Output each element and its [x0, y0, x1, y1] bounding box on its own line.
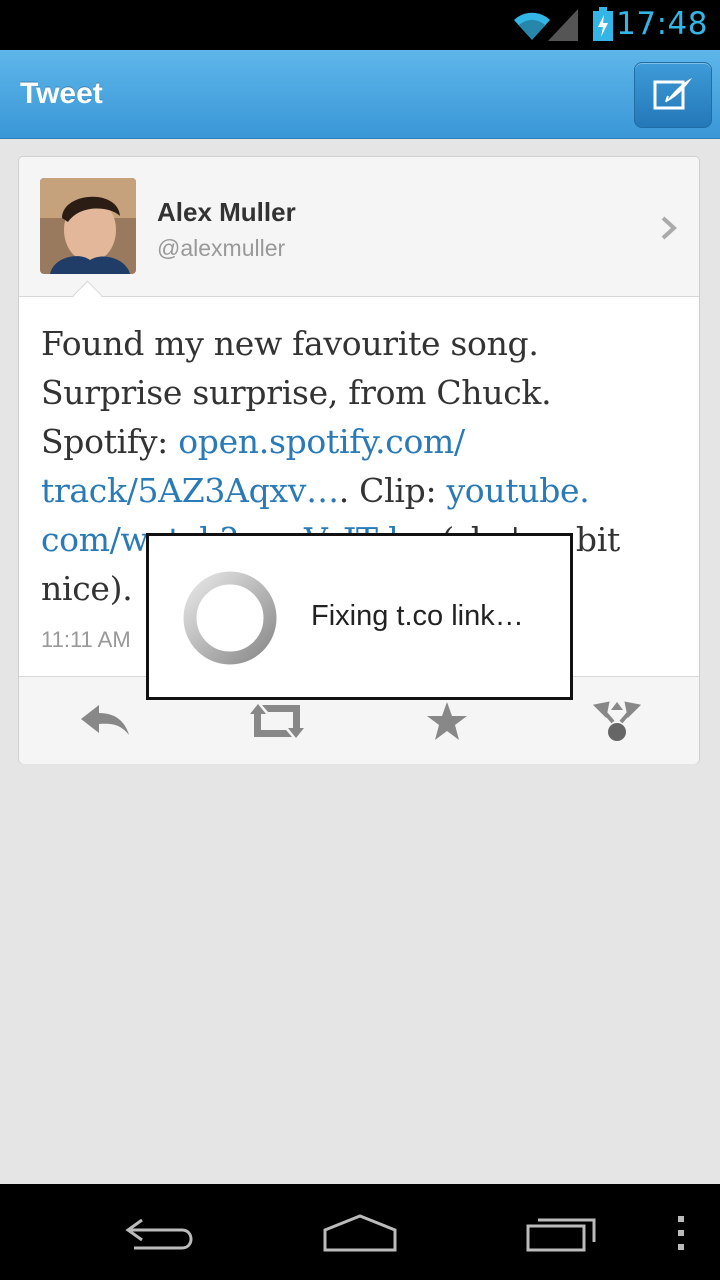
chevron-right-icon: [659, 215, 679, 246]
tweet-author-header[interactable]: Alex Muller @alexmuller: [19, 157, 699, 297]
status-clock: 17:48: [616, 6, 708, 42]
status-bar: 17:48: [0, 0, 720, 50]
tweet-timestamp: 11:11 AM: [41, 627, 131, 652]
page-title: Tweet: [20, 77, 103, 110]
progress-message: Fixing t.co link…: [311, 600, 524, 632]
tweet-text-part: . Clip:: [338, 471, 447, 510]
back-icon[interactable]: [124, 1212, 196, 1257]
loading-spinner-icon: [182, 570, 278, 671]
wifi-icon: [512, 8, 552, 47]
favorite-icon: [427, 702, 467, 740]
reply-button[interactable]: [75, 697, 135, 745]
action-bar: Tweet: [0, 50, 720, 139]
author-name: Alex Muller: [157, 197, 296, 227]
system-nav-bar: [0, 1184, 720, 1280]
compose-button[interactable]: [634, 62, 712, 128]
progress-dialog: Fixing t.co link…: [146, 533, 573, 700]
reply-icon: [81, 705, 129, 735]
author-handle: @alexmuller: [157, 235, 286, 261]
avatar[interactable]: [40, 178, 136, 274]
favorite-button[interactable]: [417, 697, 477, 745]
home-icon[interactable]: [322, 1212, 398, 1259]
share-icon: [593, 701, 641, 741]
compose-icon: [653, 78, 692, 110]
recent-apps-icon[interactable]: [524, 1212, 600, 1259]
retweet-button[interactable]: [247, 697, 307, 745]
signal-icon: [548, 9, 578, 46]
retweet-icon: [250, 704, 304, 738]
battery-charging-icon: [592, 7, 614, 46]
menu-icon[interactable]: [676, 1216, 686, 1255]
share-button[interactable]: [587, 697, 647, 745]
